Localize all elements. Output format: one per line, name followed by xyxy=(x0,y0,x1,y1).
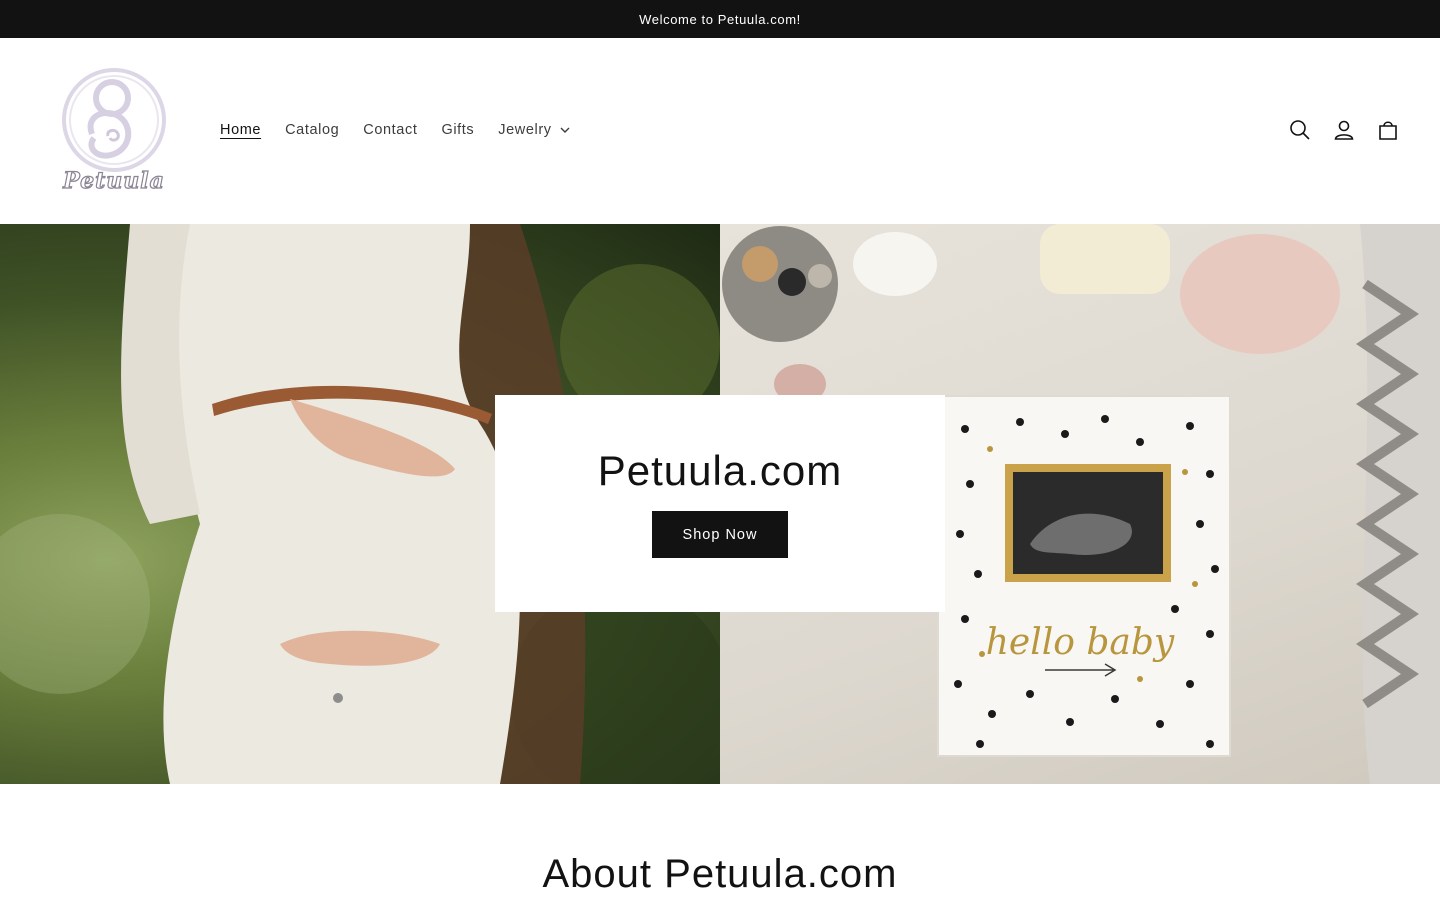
announcement-text: Welcome to Petuula.com! xyxy=(639,11,801,27)
nav-jewelry-label: Jewelry xyxy=(498,122,552,138)
logo-wordmark: Petuula xyxy=(62,168,165,194)
chevron-down-icon xyxy=(560,127,570,133)
account-button[interactable] xyxy=(1332,114,1356,146)
shop-now-button[interactable]: Shop Now xyxy=(652,511,788,558)
nav-contact[interactable]: Contact xyxy=(363,122,417,138)
site-logo[interactable]: Petuula xyxy=(56,62,176,198)
main-nav: Home Catalog Contact Gifts Jewelry xyxy=(208,116,582,144)
about-heading: About Petuula.com xyxy=(542,852,898,896)
search-button[interactable] xyxy=(1288,114,1312,146)
nav-gifts[interactable]: Gifts xyxy=(441,122,474,138)
header-icons xyxy=(1288,114,1400,146)
cart-icon xyxy=(1379,121,1397,140)
search-icon xyxy=(1290,120,1310,140)
hero-content-box: Petuula.com Shop Now xyxy=(495,395,945,612)
hero-banner: hello baby Petuula.com Shop Now xyxy=(0,224,1440,784)
account-icon xyxy=(1334,120,1354,140)
nav-catalog[interactable]: Catalog xyxy=(285,122,339,138)
logo-image: Petuula xyxy=(62,68,166,195)
site-header: Petuula Home Catalog Contact Gifts Jewel… xyxy=(0,38,1440,224)
book-hello-baby-text: hello baby xyxy=(986,622,1175,663)
announcement-bar: Welcome to Petuula.com! xyxy=(0,0,1440,38)
hero-title: Petuula.com xyxy=(597,447,843,494)
nav-jewelry[interactable]: Jewelry xyxy=(498,122,570,138)
cart-button[interactable] xyxy=(1376,114,1400,146)
nav-home[interactable]: Home xyxy=(220,122,261,138)
